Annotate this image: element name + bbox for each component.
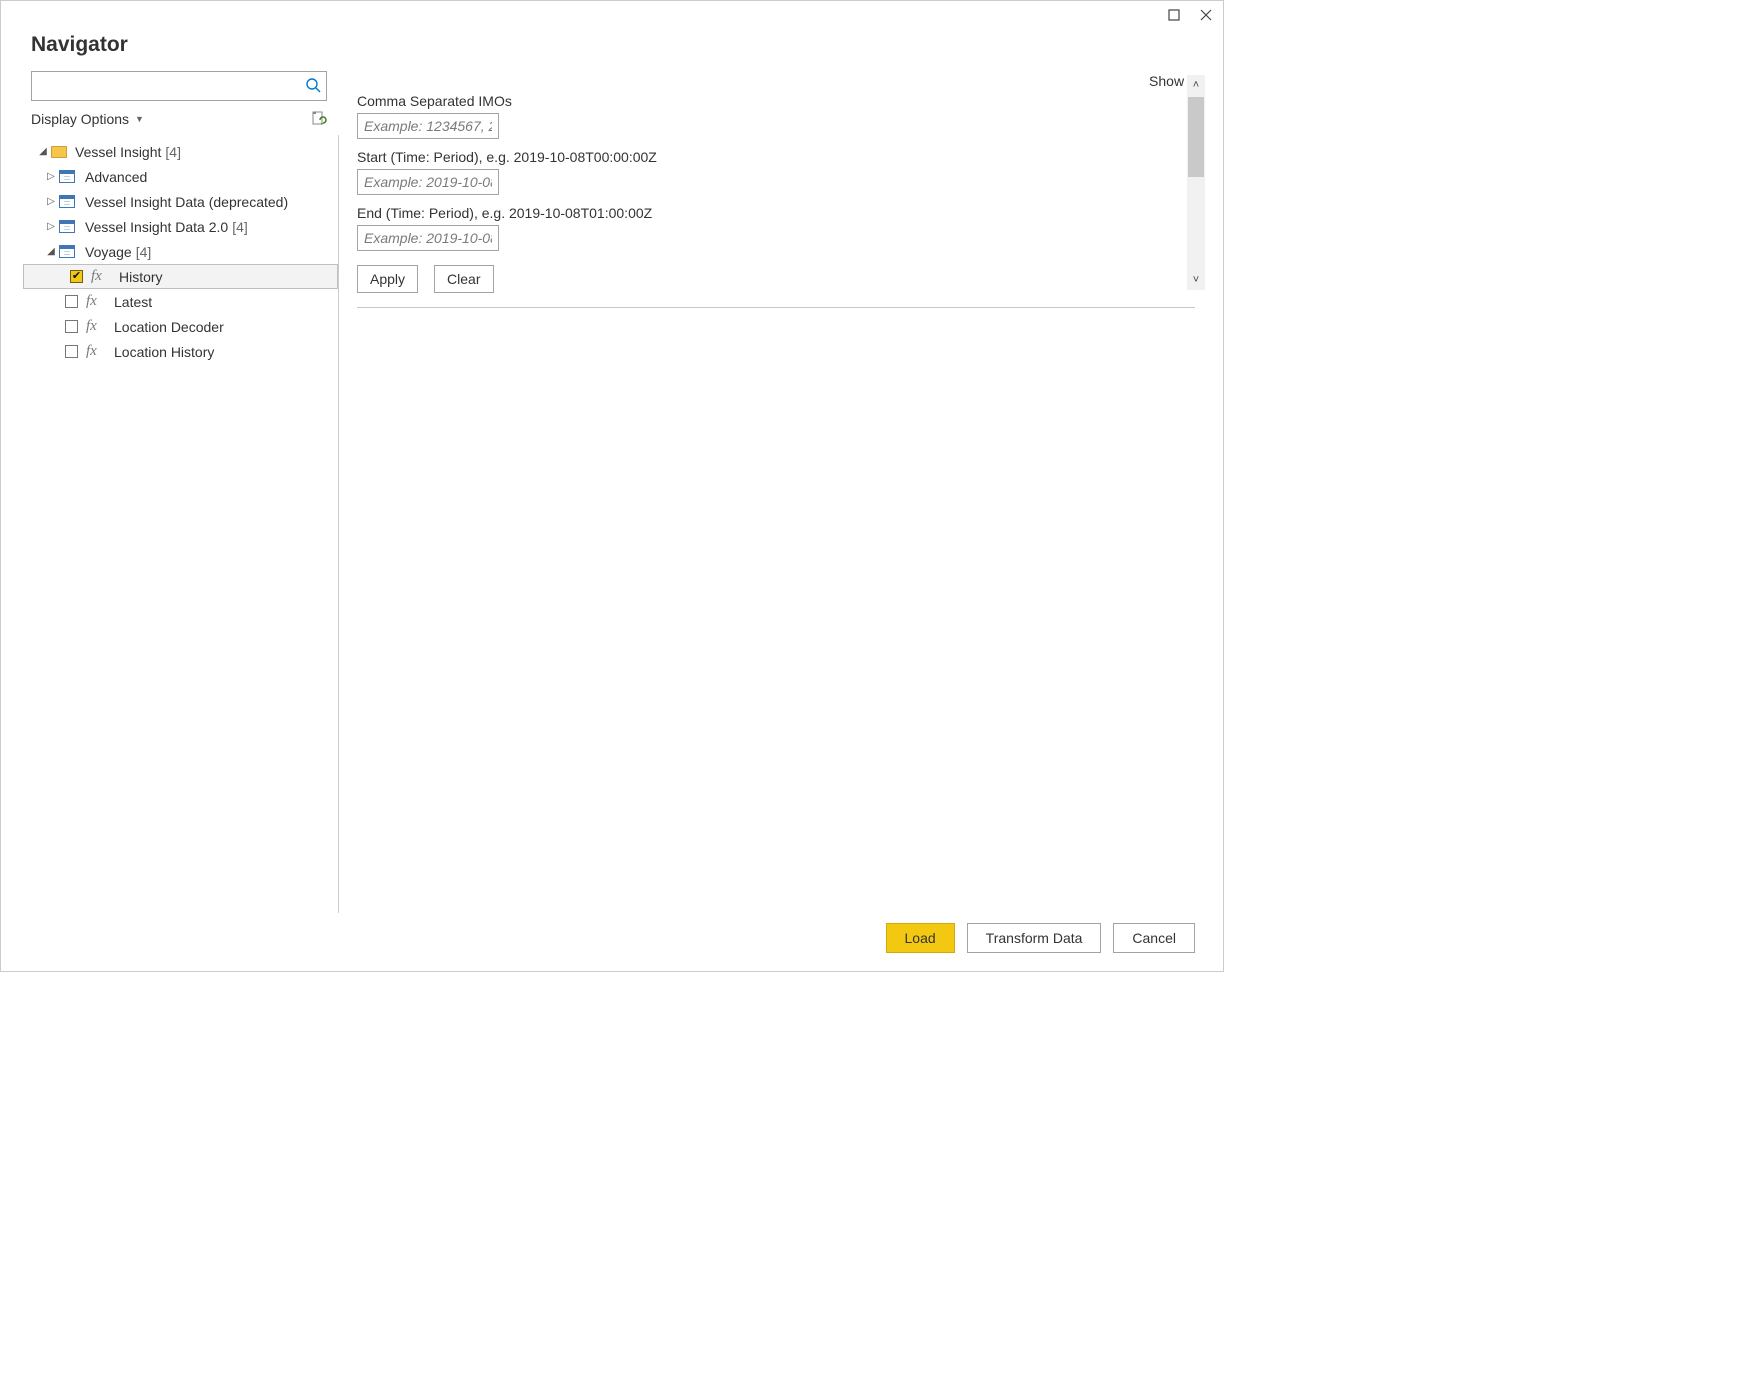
tree-label: Vessel Insight xyxy=(75,144,161,160)
input-end[interactable] xyxy=(357,225,499,251)
table-icon xyxy=(59,170,75,183)
scroll-up-icon[interactable]: ˄ xyxy=(1187,75,1205,95)
right-toolbar: Show ▼ xyxy=(339,71,1205,93)
navigation-tree: ◢ Vessel Insight [4] ▷ Advanced ▷ Vessel… xyxy=(19,135,339,913)
param-label: Start (Time: Period), e.g. 2019-10-08T00… xyxy=(357,149,1195,165)
window-titlebar xyxy=(1,1,1223,27)
checkbox-checked[interactable]: ✔ xyxy=(70,270,83,283)
maximize-icon xyxy=(1168,9,1180,21)
dialog-header: Navigator xyxy=(1,27,1223,71)
tree-node-history[interactable]: ✔ fx History xyxy=(23,264,338,289)
navigator-dialog: Navigator Display Options ▼ xyxy=(0,0,1224,972)
tree-node-voyage[interactable]: ◢ Voyage [4] xyxy=(19,239,338,264)
expand-icon[interactable]: ▷ xyxy=(45,196,57,207)
search-input[interactable] xyxy=(32,78,300,94)
param-label: End (Time: Period), e.g. 2019-10-08T01:0… xyxy=(357,205,1195,221)
close-button[interactable] xyxy=(1195,4,1217,26)
tree-node-location-history[interactable]: fx Location History xyxy=(19,339,338,364)
scrollbar[interactable]: ˄ ˅ xyxy=(1187,75,1205,290)
tree-count: [4] xyxy=(136,244,152,260)
folder-icon xyxy=(51,146,67,158)
scroll-thumb[interactable] xyxy=(1188,97,1204,177)
collapse-icon[interactable]: ◢ xyxy=(37,146,49,157)
tree-node-vessel-insight[interactable]: ◢ Vessel Insight [4] xyxy=(19,139,338,164)
tree-label: Vessel Insight Data (deprecated) xyxy=(85,194,288,210)
tree-label: Location Decoder xyxy=(114,319,224,335)
tree-label: Voyage xyxy=(85,244,132,260)
chevron-down-icon: ▼ xyxy=(135,114,144,124)
function-icon: fx xyxy=(86,343,104,360)
show-label: Show xyxy=(1149,73,1184,89)
divider xyxy=(357,307,1195,308)
input-start[interactable] xyxy=(357,169,499,195)
function-icon: fx xyxy=(86,318,104,335)
tree-node-location-decoder[interactable]: fx Location Decoder xyxy=(19,314,338,339)
apply-button[interactable]: Apply xyxy=(357,265,418,293)
tree-label: History xyxy=(119,269,163,285)
collapse-icon[interactable]: ◢ xyxy=(45,246,57,257)
content-area: Display Options ▼ ◢ Vessel Insigh xyxy=(1,71,1223,913)
function-icon: fx xyxy=(91,268,109,285)
transform-data-button[interactable]: Transform Data xyxy=(967,923,1102,953)
display-options-row: Display Options ▼ xyxy=(19,101,339,135)
dialog-footer: Load Transform Data Cancel xyxy=(1,913,1223,971)
parameters-panel: Comma Separated IMOs Start (Time: Period… xyxy=(339,93,1205,913)
search-row xyxy=(19,71,339,101)
tree-node-latest[interactable]: fx Latest xyxy=(19,289,338,314)
input-imos[interactable] xyxy=(357,113,499,139)
search-box[interactable] xyxy=(31,71,327,101)
expand-icon[interactable]: ▷ xyxy=(45,171,57,182)
param-start: Start (Time: Period), e.g. 2019-10-08T00… xyxy=(357,149,1195,195)
right-pane: Show ▼ Comma Separated IMOs Start (Time:… xyxy=(339,71,1205,913)
left-pane: Display Options ▼ ◢ Vessel Insigh xyxy=(19,71,339,913)
tree-label: Latest xyxy=(114,294,152,310)
search-icon[interactable] xyxy=(300,77,326,96)
param-end: End (Time: Period), e.g. 2019-10-08T01:0… xyxy=(357,205,1195,251)
table-icon xyxy=(59,195,75,208)
tree-node-deprecated[interactable]: ▷ Vessel Insight Data (deprecated) xyxy=(19,189,338,214)
tree-node-data20[interactable]: ▷ Vessel Insight Data 2.0 [4] xyxy=(19,214,338,239)
table-icon xyxy=(59,245,75,258)
load-button[interactable]: Load xyxy=(886,923,955,953)
display-options-dropdown[interactable]: Display Options ▼ xyxy=(31,111,144,127)
param-imos: Comma Separated IMOs xyxy=(357,93,1195,139)
param-label: Comma Separated IMOs xyxy=(357,93,1195,109)
table-icon xyxy=(59,220,75,233)
maximize-button[interactable] xyxy=(1163,4,1185,26)
right-column: Show ▼ Comma Separated IMOs Start (Time:… xyxy=(339,71,1205,913)
param-buttons: Apply Clear xyxy=(357,265,1195,293)
checkbox-unchecked[interactable] xyxy=(65,320,78,333)
checkbox-unchecked[interactable] xyxy=(65,345,78,358)
tree-label: Location History xyxy=(114,344,214,360)
expand-icon[interactable]: ▷ xyxy=(45,221,57,232)
tree-label: Vessel Insight Data 2.0 xyxy=(85,219,228,235)
function-icon: fx xyxy=(86,293,104,310)
refresh-icon[interactable] xyxy=(311,111,327,127)
tree-count: [4] xyxy=(165,144,181,160)
close-icon xyxy=(1200,9,1212,21)
cancel-button[interactable]: Cancel xyxy=(1113,923,1195,953)
dialog-title: Navigator xyxy=(31,33,1193,57)
scroll-down-icon[interactable]: ˅ xyxy=(1187,270,1205,290)
tree-node-advanced[interactable]: ▷ Advanced xyxy=(19,164,338,189)
tree-count: [4] xyxy=(232,219,248,235)
checkbox-unchecked[interactable] xyxy=(65,295,78,308)
display-options-label: Display Options xyxy=(31,111,129,127)
clear-button[interactable]: Clear xyxy=(434,265,493,293)
tree-label: Advanced xyxy=(85,169,147,185)
